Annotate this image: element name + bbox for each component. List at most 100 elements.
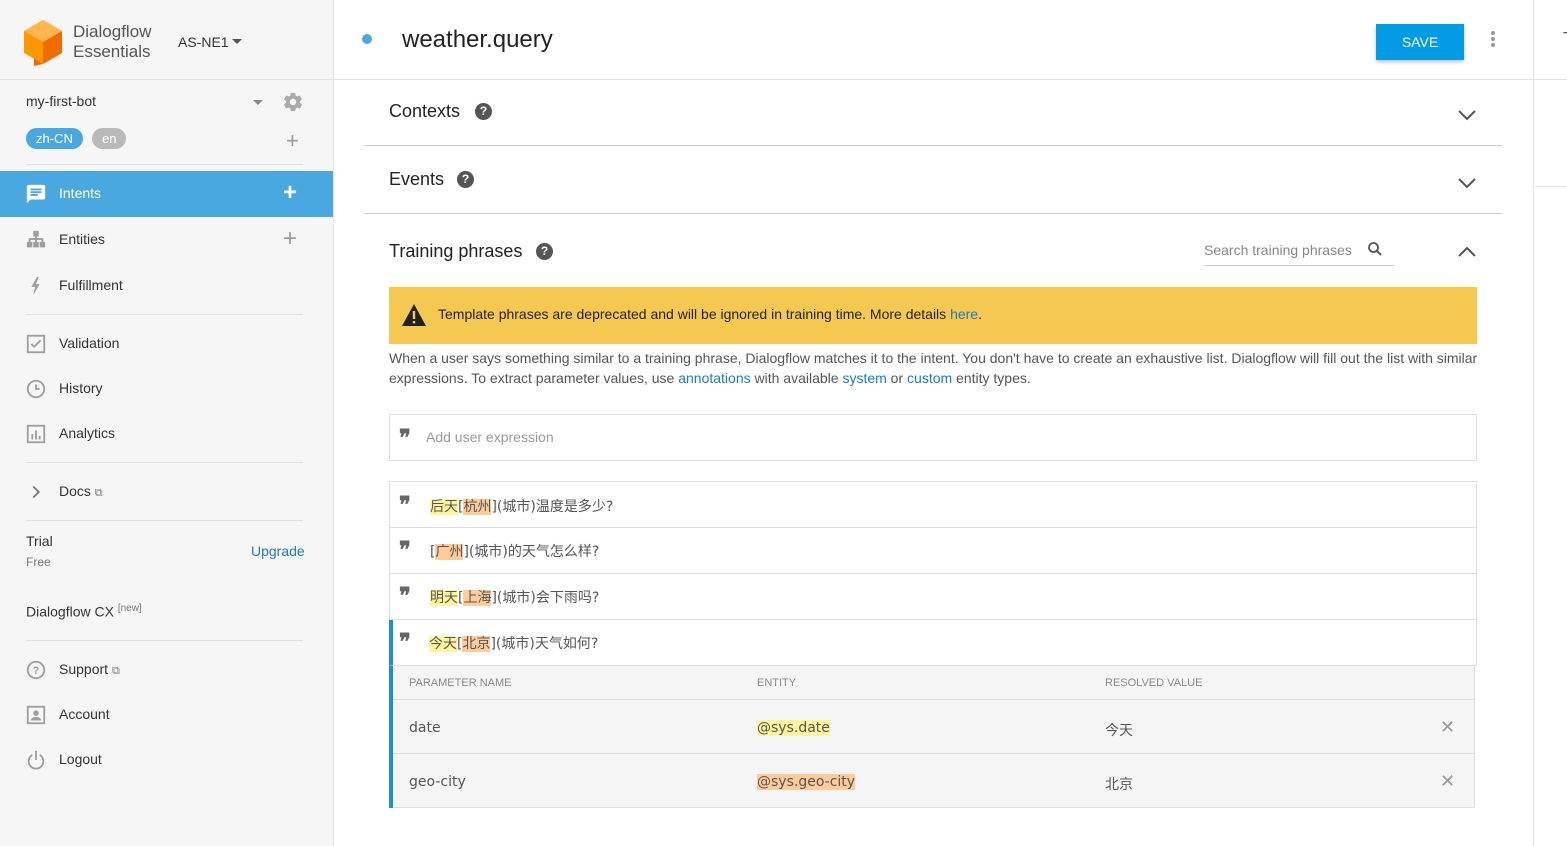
add-intent-plus-icon[interactable]: + bbox=[283, 181, 297, 205]
date-annotation[interactable]: 今天 bbox=[429, 636, 457, 652]
search-training-phrases-input[interactable] bbox=[1204, 242, 1359, 258]
bar-chart-icon bbox=[26, 424, 46, 444]
add-language-plus-icon[interactable]: + bbox=[286, 130, 299, 152]
city-annotation[interactable]: 上海 bbox=[463, 590, 492, 606]
more-options-icon[interactable] bbox=[1490, 31, 1496, 51]
add-user-expression-input[interactable] bbox=[426, 429, 1426, 445]
sidebar-item-history[interactable]: History bbox=[0, 366, 333, 412]
parameter-name-cell[interactable]: date bbox=[409, 720, 441, 736]
clock-icon bbox=[26, 379, 46, 399]
dialogflow-cx-link[interactable]: Dialogflow CX [new] bbox=[26, 603, 142, 620]
warning-text: Template phrases are deprecated and will… bbox=[438, 306, 982, 322]
sidebar-item-label: Logout bbox=[59, 751, 102, 767]
table-row[interactable]: date @sys.date 今天 ✕ bbox=[393, 700, 1475, 754]
sidebar-item-label: Docs ⧉ bbox=[59, 483, 103, 500]
help-icon[interactable]: ? bbox=[536, 243, 553, 260]
help-icon[interactable]: ? bbox=[475, 103, 492, 120]
training-phrase-row[interactable]: ❞ 明天[上海](城市)会下雨吗? bbox=[389, 574, 1477, 620]
training-phrase-text[interactable]: [广州](城市)的天气怎么样? bbox=[430, 541, 599, 561]
support-label: Support bbox=[59, 661, 109, 677]
chevron-down-icon[interactable] bbox=[1457, 109, 1477, 121]
region-selector[interactable]: AS-NE1 bbox=[178, 34, 242, 50]
caret-down-icon bbox=[231, 39, 242, 44]
sidebar-divider bbox=[26, 520, 303, 521]
add-entity-plus-icon[interactable]: + bbox=[283, 227, 297, 251]
right-panel-tab-label[interactable]: T bbox=[1563, 30, 1567, 48]
training-phrase-text[interactable]: 明天[上海](城市)会下雨吗? bbox=[430, 587, 599, 607]
sidebar-item-label: Entities bbox=[59, 231, 105, 247]
language-chip-zh-cn[interactable]: zh-CN bbox=[26, 128, 83, 149]
training-phrase-row-selected[interactable]: ❞ 今天[北京](城市)天气如何? bbox=[389, 620, 1477, 666]
plan-tier: Free bbox=[26, 555, 51, 569]
sidebar-item-fulfillment[interactable]: Fulfillment bbox=[0, 263, 333, 309]
city-annotation[interactable]: 杭州 bbox=[463, 499, 492, 515]
deprecation-warning-banner: Template phrases are deprecated and will… bbox=[389, 287, 1477, 344]
save-button[interactable]: SAVE bbox=[1376, 24, 1464, 60]
resolved-value-cell: 北京 bbox=[1105, 777, 1133, 793]
remove-parameter-close-icon[interactable]: ✕ bbox=[1440, 771, 1455, 792]
parameter-name-cell[interactable]: geo-city bbox=[409, 774, 466, 790]
dialogflow-logo-icon[interactable] bbox=[24, 20, 62, 66]
agent-caret-down-icon[interactable] bbox=[253, 100, 263, 105]
section-title-training-phrases[interactable]: Training phrases bbox=[389, 241, 522, 262]
quote-icon: ❞ bbox=[399, 492, 411, 518]
sidebar-item-logout[interactable]: Logout bbox=[0, 737, 333, 783]
table-row[interactable]: geo-city @sys.geo-city 北京 ✕ bbox=[393, 754, 1475, 808]
column-header-resolved-value: RESOLVED VALUE bbox=[1105, 677, 1203, 689]
sidebar-item-account[interactable]: Account bbox=[0, 692, 333, 738]
warning-end: . bbox=[978, 306, 982, 322]
chevron-right-icon bbox=[32, 485, 41, 499]
language-chip-en[interactable]: en bbox=[92, 128, 127, 149]
warning-message: Template phrases are deprecated and will… bbox=[438, 306, 951, 322]
section-title-contexts[interactable]: Contexts bbox=[389, 101, 460, 122]
external-link-icon: ⧉ bbox=[111, 665, 120, 677]
date-annotation[interactable]: 明天 bbox=[430, 590, 458, 606]
quote-icon: ❞ bbox=[399, 583, 411, 609]
upgrade-link[interactable]: Upgrade bbox=[251, 543, 305, 559]
search-icon[interactable] bbox=[1366, 240, 1384, 258]
training-phrase-row[interactable]: ❞ 后天[杭州](城市)温度是多少? bbox=[389, 481, 1477, 528]
annotations-link[interactable]: annotations bbox=[678, 370, 750, 386]
entity-cell[interactable]: @sys.date bbox=[757, 720, 830, 736]
city-annotation[interactable]: 北京 bbox=[462, 636, 491, 652]
date-annotation[interactable]: 后天 bbox=[430, 499, 458, 515]
remove-parameter-close-icon[interactable]: ✕ bbox=[1440, 717, 1455, 738]
sidebar-item-entities[interactable]: Entities + bbox=[0, 217, 333, 263]
sidebar-item-label: History bbox=[59, 380, 103, 396]
right-strip-divider bbox=[1534, 79, 1567, 80]
chevron-up-icon[interactable] bbox=[1457, 246, 1477, 258]
sidebar-divider bbox=[26, 314, 303, 315]
new-badge: [new] bbox=[117, 603, 142, 614]
sidebar-item-analytics[interactable]: Analytics bbox=[0, 411, 333, 457]
resolved-value-cell: 今天 bbox=[1105, 723, 1133, 739]
checkbox-check-icon bbox=[26, 334, 46, 354]
training-phrase-row[interactable]: ❞ [广州](城市)的天气怎么样? bbox=[389, 528, 1477, 574]
entity-cell[interactable]: @sys.geo-city bbox=[757, 774, 856, 790]
sidebar-item-support[interactable]: ? Support ⧉ bbox=[0, 647, 333, 693]
training-phrase-text[interactable]: 后天[杭州](城市)温度是多少? bbox=[430, 496, 613, 516]
sidebar-item-validation[interactable]: Validation bbox=[0, 321, 333, 367]
system-entities-link[interactable]: system bbox=[842, 370, 886, 386]
sidebar-item-label: Fulfillment bbox=[59, 277, 123, 293]
training-phrase-text[interactable]: 今天[北京](城市)天气如何? bbox=[429, 633, 598, 653]
right-panel-strip: T bbox=[1533, 0, 1567, 846]
sidebar-item-intents[interactable]: Intents + bbox=[0, 171, 333, 217]
sidebar-divider bbox=[26, 640, 303, 641]
chevron-down-icon[interactable] bbox=[1457, 177, 1477, 189]
more-details-link[interactable]: here bbox=[950, 306, 978, 322]
custom-entities-link[interactable]: custom bbox=[907, 370, 952, 386]
column-header-parameter-name: PARAMETER NAME bbox=[409, 677, 512, 689]
sidebar-item-label: Intents bbox=[59, 185, 102, 201]
intents-chat-icon bbox=[26, 184, 46, 204]
help-icon[interactable]: ? bbox=[457, 171, 474, 188]
priority-dot-icon[interactable] bbox=[362, 34, 372, 44]
sidebar-item-docs[interactable]: Docs ⧉ bbox=[0, 469, 333, 515]
phrase-rest: ](城市)的天气怎么样? bbox=[463, 544, 600, 560]
right-strip-divider bbox=[1534, 186, 1567, 187]
lightning-bolt-icon bbox=[31, 276, 40, 296]
intent-name-title[interactable]: weather.query bbox=[402, 26, 553, 54]
section-title-events[interactable]: Events bbox=[389, 169, 444, 190]
city-annotation[interactable]: 广州 bbox=[435, 544, 464, 560]
agent-selector[interactable]: my-first-bot bbox=[26, 93, 96, 109]
gear-icon[interactable] bbox=[282, 91, 304, 113]
